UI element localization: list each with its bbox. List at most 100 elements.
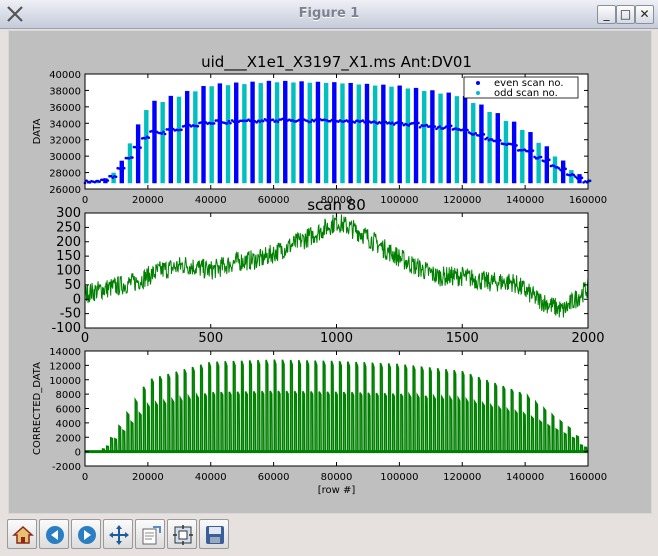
- y-tick-label: 26000: [49, 185, 81, 196]
- scan-column: [184, 90, 190, 184]
- scatter-point: [531, 149, 535, 152]
- scatter-point: [131, 156, 134, 159]
- y-tick-label: 14000: [49, 347, 81, 358]
- zoom-button[interactable]: [167, 519, 197, 549]
- scan-column: [323, 82, 329, 184]
- scatter-point: [122, 166, 126, 170]
- y-tick-label: 38000: [49, 86, 81, 97]
- scatter-point: [464, 126, 468, 130]
- x-tick-label: 60000: [258, 472, 290, 483]
- x-tick-label: 60000: [258, 195, 290, 206]
- forward-icon: [78, 526, 96, 544]
- y-tick-label: 28000: [49, 169, 81, 180]
- scan-column: [552, 156, 558, 184]
- scatter-point: [229, 121, 232, 125]
- scatter-point: [539, 155, 543, 159]
- y-tick-label: 300: [56, 206, 81, 221]
- x-tick-label: 160000: [569, 195, 607, 206]
- home-icon: [12, 525, 34, 544]
- zoom-icon: [173, 525, 193, 545]
- scan-column: [193, 91, 198, 184]
- legend-marker-even: [476, 81, 480, 85]
- scan-column: [283, 80, 288, 184]
- subplots-button[interactable]: [135, 519, 165, 549]
- y-tick-label: 8000: [56, 390, 81, 401]
- scan-column: [258, 83, 263, 184]
- scan-column: [462, 96, 468, 184]
- chart-title-1: uid___X1e1_X3197_X1.ms Ant:DV01: [201, 53, 472, 72]
- x-tick-label: 500: [198, 331, 223, 346]
- scan-column: [405, 88, 411, 184]
- home-button[interactable]: [7, 519, 37, 549]
- scatter-point: [564, 167, 567, 171]
- figure-svg: 0 20000 40000 60000 80000 100000 120000 140000 1…: [32, 53, 607, 496]
- scan-column: [487, 112, 492, 184]
- x-tick-label: 1000: [320, 331, 353, 346]
- y-axis-label-3: CORRECTED_DATA: [32, 362, 43, 455]
- scan-column: [144, 110, 149, 184]
- scatter-point: [283, 119, 286, 123]
- y-tick-label: 12000: [49, 361, 81, 372]
- save-button[interactable]: [199, 519, 229, 549]
- scan-column: [266, 80, 272, 184]
- scatter-point: [150, 129, 154, 133]
- scan-column: [364, 83, 370, 184]
- y-tick-label: 36000: [49, 103, 81, 114]
- scatter-point: [580, 176, 584, 180]
- scan-column: [225, 85, 231, 184]
- forward-button[interactable]: [71, 519, 101, 549]
- scatter-point: [315, 118, 319, 121]
- back-button[interactable]: [39, 519, 69, 549]
- x-tick-label: 1500: [446, 331, 479, 346]
- y-tick-label: 250: [56, 220, 81, 235]
- scan-column: [381, 84, 386, 184]
- x-tick-label: 40000: [195, 472, 227, 483]
- scan-column: [430, 90, 435, 184]
- scan-column: [479, 104, 484, 184]
- scan-column: [332, 82, 337, 184]
- scatter-point: [474, 131, 478, 135]
- scan-column: [250, 81, 255, 184]
- scan-column: [495, 113, 500, 184]
- scan-column: [168, 95, 174, 184]
- scan-column: [569, 170, 574, 184]
- x-tick-label: 120000: [443, 195, 481, 206]
- x-tick-label: 20000: [132, 195, 164, 206]
- y-tick-label: 30000: [49, 152, 81, 163]
- scan-column: [234, 82, 239, 184]
- scan-column: [176, 96, 182, 184]
- scan-column: [242, 84, 247, 184]
- scan-column: [413, 87, 419, 184]
- scatter-point: [559, 168, 563, 172]
- scatter-point: [225, 122, 229, 125]
- scatter-point: [106, 179, 110, 182]
- scatter-point: [114, 175, 118, 179]
- y-tick-label: 2000: [56, 433, 81, 444]
- scan-column: [454, 96, 460, 184]
- scatter-point: [498, 139, 502, 142]
- scatter-point: [485, 136, 489, 140]
- scan-column: [127, 143, 133, 184]
- y-tick-label: -50: [60, 307, 81, 322]
- x-tick-label: 120000: [443, 472, 481, 483]
- y-tick-label: 150: [56, 249, 81, 264]
- y-tick-label: 6000: [56, 405, 81, 416]
- x-tick-label: 80000: [321, 472, 353, 483]
- scan-column: [315, 81, 321, 184]
- scan-column: [307, 82, 312, 184]
- legend-label-odd: odd scan no.: [494, 88, 558, 99]
- y-tick-label: 100: [56, 264, 81, 279]
- chart-title-2: scan 80: [307, 196, 366, 214]
- scan-column: [528, 132, 533, 184]
- x-tick-label: 0: [82, 472, 88, 483]
- scan-column: [135, 124, 141, 184]
- y-tick-label: 4000: [56, 419, 81, 430]
- back-icon: [46, 526, 64, 544]
- scatter-point: [547, 158, 551, 162]
- y-tick-label: 0: [75, 448, 81, 459]
- pan-button[interactable]: [103, 519, 133, 549]
- x-tick-label: 40000: [195, 195, 227, 206]
- scan-column: [372, 85, 378, 184]
- scan-column: [356, 84, 362, 184]
- scatter-point: [309, 120, 312, 124]
